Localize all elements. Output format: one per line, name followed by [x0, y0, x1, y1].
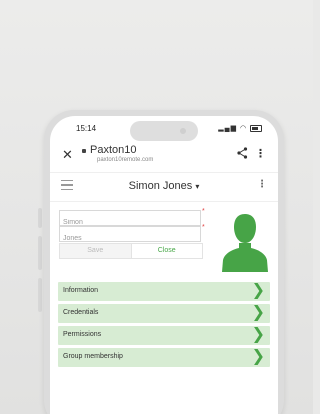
avatar-silhouette[interactable] [222, 210, 268, 272]
user-name: Simon Jones [128, 180, 193, 192]
first-name-field[interactable] [59, 210, 201, 230]
required-marker: * [202, 224, 205, 231]
close-icon[interactable]: ✕ [62, 147, 73, 163]
signal-icon: ▂▄▆ [218, 125, 237, 132]
section-label: Credentials [63, 309, 99, 316]
last-name-field[interactable] [59, 226, 201, 246]
camera-icon [180, 128, 186, 134]
battery-icon [250, 124, 262, 132]
save-button[interactable]: Save [60, 244, 132, 258]
wifi-icon: ◠ [239, 125, 248, 132]
more-vertical-icon[interactable]: ⋮ [255, 147, 266, 160]
lock-icon [82, 149, 86, 153]
app-header: Simon Jones ▾ ⋮ [50, 172, 278, 202]
scene: 15:14 ▂▄▆ ◠ ✕ Paxton10 paxton10remote.co… [0, 0, 313, 414]
phone-side-button [38, 208, 42, 228]
dynamic-island [130, 121, 198, 141]
browser-url-bar: ✕ Paxton10 paxton10remote.com ⋮ [50, 140, 278, 172]
site-domain[interactable]: paxton10remote.com [97, 157, 153, 163]
status-time: 15:14 [76, 124, 97, 133]
chevron-down-icon: ▾ [195, 182, 200, 191]
section-item-information[interactable]: Information ❯ [58, 282, 270, 301]
required-marker: * [202, 208, 205, 215]
chevron-right-icon: ❯ [251, 348, 265, 365]
phone-side-button [38, 278, 42, 312]
phone-screen: 15:14 ▂▄▆ ◠ ✕ Paxton10 paxton10remote.co… [50, 116, 278, 414]
chevron-right-icon: ❯ [251, 282, 265, 299]
chevron-right-icon: ❯ [251, 326, 265, 343]
site-title[interactable]: Paxton10 [90, 144, 136, 156]
user-form: * * Save Close [50, 202, 278, 278]
phone-frame: 15:14 ▂▄▆ ◠ ✕ Paxton10 paxton10remote.co… [44, 110, 284, 414]
kebab-icon[interactable]: ⋮ [257, 179, 267, 190]
section-label: Permissions [63, 331, 102, 338]
status-bar: 15:14 ▂▄▆ ◠ [50, 116, 278, 141]
section-list: Information ❯ Credentials ❯ Permissions … [50, 282, 278, 370]
close-button[interactable]: Close [131, 244, 202, 258]
user-name-dropdown[interactable]: Simon Jones ▾ [50, 180, 278, 192]
chevron-right-icon: ❯ [251, 304, 265, 321]
section-item-group-membership[interactable]: Group membership ❯ [58, 348, 270, 367]
phone-side-button [38, 236, 42, 270]
share-icon[interactable] [237, 147, 248, 162]
section-label: Group membership [63, 353, 123, 360]
form-actions: Save Close [59, 243, 203, 259]
section-item-permissions[interactable]: Permissions ❯ [58, 326, 270, 345]
section-item-credentials[interactable]: Credentials ❯ [58, 304, 270, 323]
section-label: Information [63, 287, 99, 294]
status-icons: ▂▄▆ ◠ [218, 124, 262, 132]
